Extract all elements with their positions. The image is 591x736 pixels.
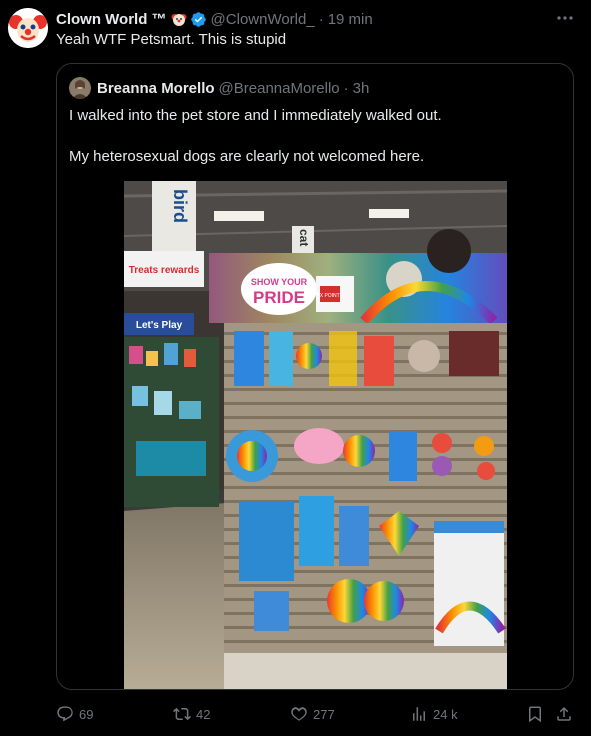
svg-text:Treats rewards: Treats rewards xyxy=(129,265,200,276)
more-icon[interactable] xyxy=(553,8,577,28)
views-button[interactable]: 24 k xyxy=(410,700,458,728)
quote-author-name[interactable]: Breanna Morello xyxy=(97,80,215,97)
quote-time[interactable]: 3h xyxy=(353,80,370,97)
action-bar: 69 42 277 24 k xyxy=(0,700,591,728)
ceiling-light xyxy=(214,211,264,221)
reply-button[interactable]: 69 xyxy=(56,700,93,728)
reply-icon xyxy=(57,706,73,722)
tweet-time[interactable]: 19 min xyxy=(328,11,373,28)
bookmark-icon xyxy=(529,706,541,723)
like-button[interactable]: 277 xyxy=(290,700,335,728)
quote-text-line-1: I walked into the pet store and I immedi… xyxy=(69,107,442,124)
repost-button[interactable]: 42 xyxy=(173,700,210,728)
repost-icon xyxy=(173,707,191,721)
reply-count: 69 xyxy=(79,706,94,722)
quote-avatar[interactable] xyxy=(69,77,91,99)
header-separator: · xyxy=(318,10,324,28)
quote-author-handle[interactable]: @BreannaMorello xyxy=(219,80,340,97)
like-count: 277 xyxy=(313,706,335,722)
svg-text:PRIDE: PRIDE xyxy=(253,288,305,307)
quote-photo[interactable]: bird cat Treats rewards Let's Play SHOW … xyxy=(124,181,507,689)
tweet-text: Yeah WTF Petsmart. This is stupid xyxy=(56,31,287,48)
repost-count: 42 xyxy=(196,706,211,722)
cat-aisle-sign: cat xyxy=(292,226,314,256)
tweet-header: Clown World ™ @ClownWorld_ · 19 min xyxy=(56,9,373,29)
views-icon xyxy=(413,707,425,721)
quote-header: Breanna Morello @BreannaMorello · 3h xyxy=(69,77,369,99)
clown-emoji-icon xyxy=(171,11,187,27)
quote-separator: · xyxy=(343,79,349,97)
quoted-tweet[interactable]: Breanna Morello @BreannaMorello · 3h I w… xyxy=(56,63,574,690)
svg-text:bird: bird xyxy=(170,189,190,223)
clown-avatar-icon xyxy=(8,8,48,48)
author-name[interactable]: Clown World ™ xyxy=(56,11,167,28)
svg-text:5X POINTS: 5X POINTS xyxy=(317,293,344,299)
author-avatar[interactable] xyxy=(8,8,48,48)
quote-text-line-2: My heterosexual dogs are clearly not wel… xyxy=(69,148,425,165)
bookmark-button[interactable] xyxy=(526,700,544,728)
share-icon xyxy=(557,706,571,721)
svg-text:cat: cat xyxy=(297,229,311,246)
verified-badge-icon xyxy=(190,11,207,28)
svg-text:Let's Play: Let's Play xyxy=(136,320,183,331)
bird-banner: bird xyxy=(152,181,196,261)
svg-text:SHOW YOUR: SHOW YOUR xyxy=(251,277,308,287)
share-button[interactable] xyxy=(555,700,573,728)
like-icon xyxy=(291,707,307,721)
views-count: 24 k xyxy=(433,706,458,722)
author-handle[interactable]: @ClownWorld_ xyxy=(211,11,315,28)
